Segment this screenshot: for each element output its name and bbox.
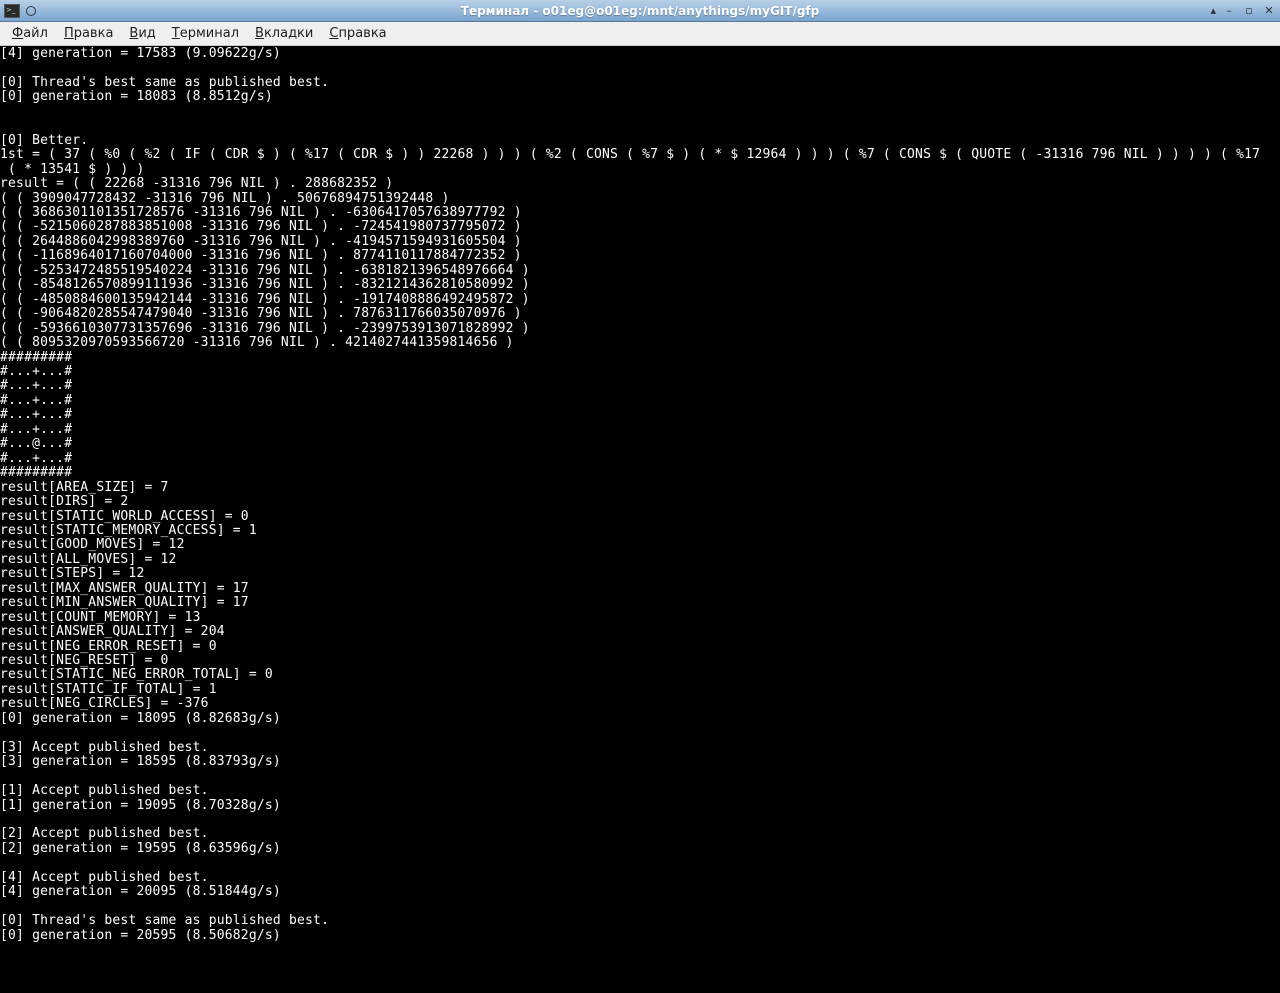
- minimize-button[interactable]: –: [1222, 4, 1236, 18]
- menu-file[interactable]: Файл: [6, 24, 54, 43]
- window-menu-icon[interactable]: [26, 6, 36, 16]
- shade-icon[interactable]: ▴: [1210, 4, 1216, 17]
- titlebar-right: ▴ – ▫ ✕: [1210, 4, 1276, 18]
- menubar: Файл Правка Вид Терминал Вкладки Справка: [0, 22, 1280, 46]
- menu-terminal[interactable]: Терминал: [166, 24, 245, 43]
- menu-tabs[interactable]: Вкладки: [249, 24, 319, 43]
- terminal-output[interactable]: [4] generation = 17583 (9.09622g/s) [0] …: [0, 46, 1280, 993]
- window-title: Терминал - o01eg@o01eg:/mnt/anythings/my…: [461, 4, 819, 18]
- menu-edit[interactable]: Правка: [58, 24, 119, 43]
- titlebar-left: [4, 4, 36, 18]
- maximize-button[interactable]: ▫: [1242, 4, 1256, 18]
- close-button[interactable]: ✕: [1262, 4, 1276, 18]
- menu-view[interactable]: Вид: [123, 24, 161, 43]
- window-titlebar: Терминал - o01eg@o01eg:/mnt/anythings/my…: [0, 0, 1280, 22]
- terminal-app-icon: [4, 4, 20, 18]
- menu-help[interactable]: Справка: [323, 24, 392, 43]
